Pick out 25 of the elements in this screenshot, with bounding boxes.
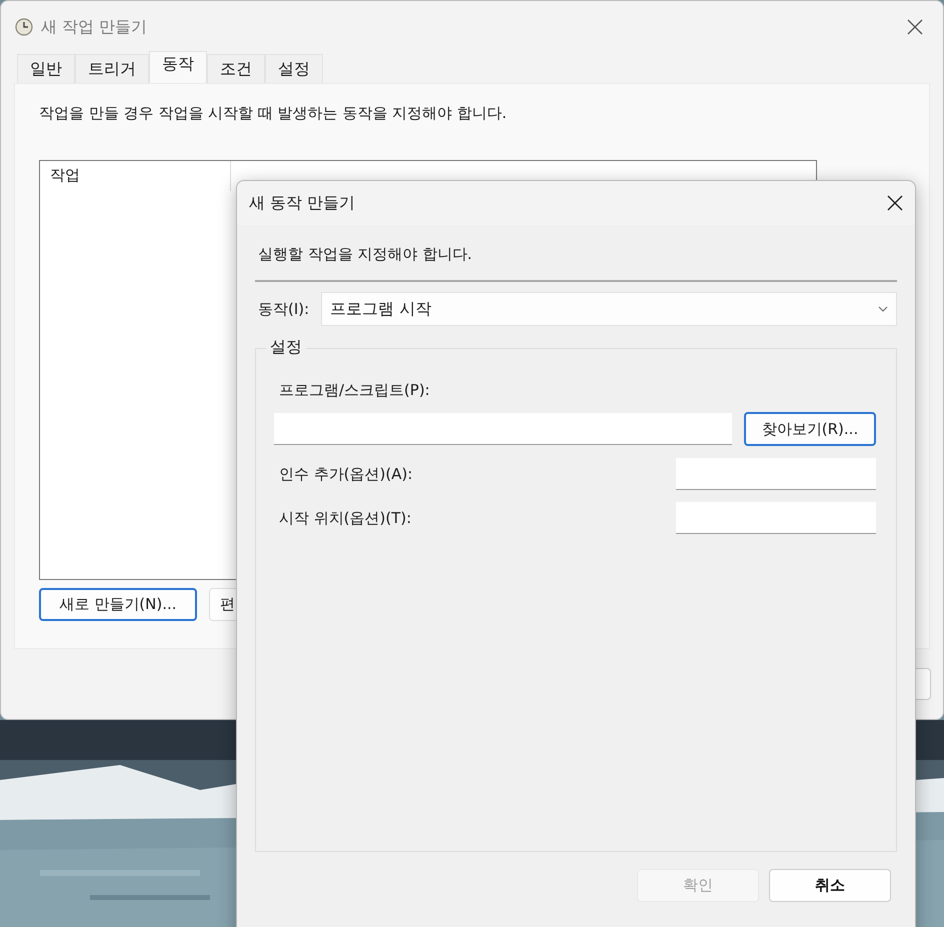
close-icon[interactable]	[887, 195, 903, 211]
tab[interactable]: 일반	[17, 54, 75, 83]
chevron-down-icon	[878, 306, 888, 312]
field-label: 시작 위치(옵션)(T):	[279, 508, 412, 528]
window-title: 새 작업 만들기	[41, 16, 148, 38]
close-icon[interactable]	[907, 19, 923, 35]
column-header[interactable]: 작업	[40, 161, 230, 191]
tab[interactable]: 조건	[207, 54, 265, 83]
input-field[interactable]	[676, 458, 876, 490]
browse-button[interactable]: 찾아보기(R)...	[744, 412, 876, 446]
description-text: 작업을 만들 경우 작업을 시작할 때 발생하는 동작을 지정해야 합니다.	[39, 104, 508, 123]
input-field[interactable]	[274, 413, 732, 445]
tab[interactable]: 동작	[149, 51, 207, 83]
dialog-title: 새 동작 만들기	[249, 192, 356, 214]
list-button[interactable]: 새로 만들기(N)...	[39, 588, 197, 621]
tab[interactable]: 트리거	[75, 54, 149, 83]
clock-icon	[15, 18, 33, 36]
field-label: 프로그램/스크립트(P):	[279, 381, 431, 400]
input-field[interactable]	[676, 502, 876, 534]
cancel-button[interactable]: 취소	[769, 869, 891, 902]
tab[interactable]: 설정	[265, 54, 323, 83]
instruction-text: 실행할 작업을 지정해야 합니다.	[258, 245, 474, 264]
action-dropdown[interactable]: 프로그램 시작	[321, 292, 897, 326]
action-label: 동작(I):	[258, 300, 310, 318]
field-label: 인수 추가(옵션)(A):	[279, 464, 412, 484]
